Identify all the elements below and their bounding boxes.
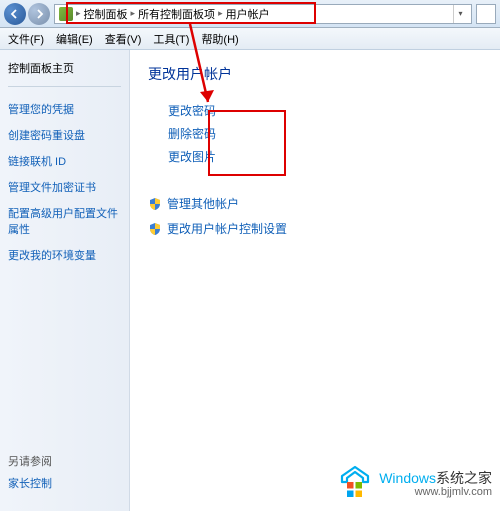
nav-back-button[interactable] xyxy=(4,3,26,25)
shield-icon xyxy=(148,222,162,236)
link-change-uac-settings[interactable]: 更改用户帐户控制设置 xyxy=(167,220,287,237)
sidebar-link-advanced-profile[interactable]: 配置高级用户配置文件属性 xyxy=(8,205,121,237)
shield-icon xyxy=(148,197,162,211)
sidebar: 控制面板主页 管理您的凭据 创建密码重设盘 链接联机 ID 管理文件加密证书 配… xyxy=(0,50,130,511)
menu-edit[interactable]: 编辑(E) xyxy=(52,29,97,49)
see-also-parental-controls[interactable]: 家长控制 xyxy=(8,475,121,491)
sidebar-link-encryption-cert[interactable]: 管理文件加密证书 xyxy=(8,179,121,195)
search-box[interactable] xyxy=(476,4,496,24)
breadcrumb-sep: ▸ xyxy=(131,8,136,19)
sidebar-link-password-reset-disk[interactable]: 创建密码重设盘 xyxy=(8,127,121,143)
action-change-password[interactable]: 更改密码 xyxy=(168,102,482,119)
action-remove-password[interactable]: 删除密码 xyxy=(168,125,482,142)
control-panel-home-link[interactable]: 控制面板主页 xyxy=(8,60,121,87)
breadcrumb-sep: ▸ xyxy=(76,8,81,19)
link-manage-other-accounts[interactable]: 管理其他帐户 xyxy=(167,195,239,212)
menu-file[interactable]: 文件(F) xyxy=(4,29,48,49)
sidebar-link-online-id[interactable]: 链接联机 ID xyxy=(8,153,121,169)
breadcrumb-sep: ▸ xyxy=(218,8,223,19)
breadcrumb-item-2[interactable]: 用户帐户 xyxy=(226,6,270,22)
watermark: Windows系统之家 www.bjjmlv.com xyxy=(337,464,492,505)
menu-help[interactable]: 帮助(H) xyxy=(197,29,242,49)
control-panel-icon xyxy=(59,7,73,21)
see-also-heading: 另请参阅 xyxy=(8,453,121,469)
watermark-url: www.bjjmlv.com xyxy=(379,486,492,498)
menubar: 文件(F) 编辑(E) 查看(V) 工具(T) 帮助(H) xyxy=(0,28,500,50)
breadcrumb-dropdown-button[interactable]: ▾ xyxy=(453,5,467,23)
action-change-picture[interactable]: 更改图片 xyxy=(168,148,482,165)
watermark-text: Windows系统之家 xyxy=(379,471,492,486)
sidebar-link-credentials[interactable]: 管理您的凭据 xyxy=(8,101,121,117)
breadcrumb-item-0[interactable]: 控制面板 xyxy=(84,6,128,22)
menu-view[interactable]: 查看(V) xyxy=(101,29,146,49)
breadcrumb-item-1[interactable]: 所有控制面板项 xyxy=(138,6,215,22)
nav-forward-button[interactable] xyxy=(28,3,50,25)
menu-tools[interactable]: 工具(T) xyxy=(149,29,193,49)
sidebar-link-env-vars[interactable]: 更改我的环境变量 xyxy=(8,247,121,263)
breadcrumb[interactable]: ▸ 控制面板 ▸ 所有控制面板项 ▸ 用户帐户 ▾ xyxy=(54,4,472,24)
main-content: 更改用户帐户 更改密码 删除密码 更改图片 管理其他帐户 更改用户帐户控制设置 xyxy=(130,50,500,511)
page-title: 更改用户帐户 xyxy=(148,64,482,84)
watermark-logo-icon xyxy=(337,464,373,505)
